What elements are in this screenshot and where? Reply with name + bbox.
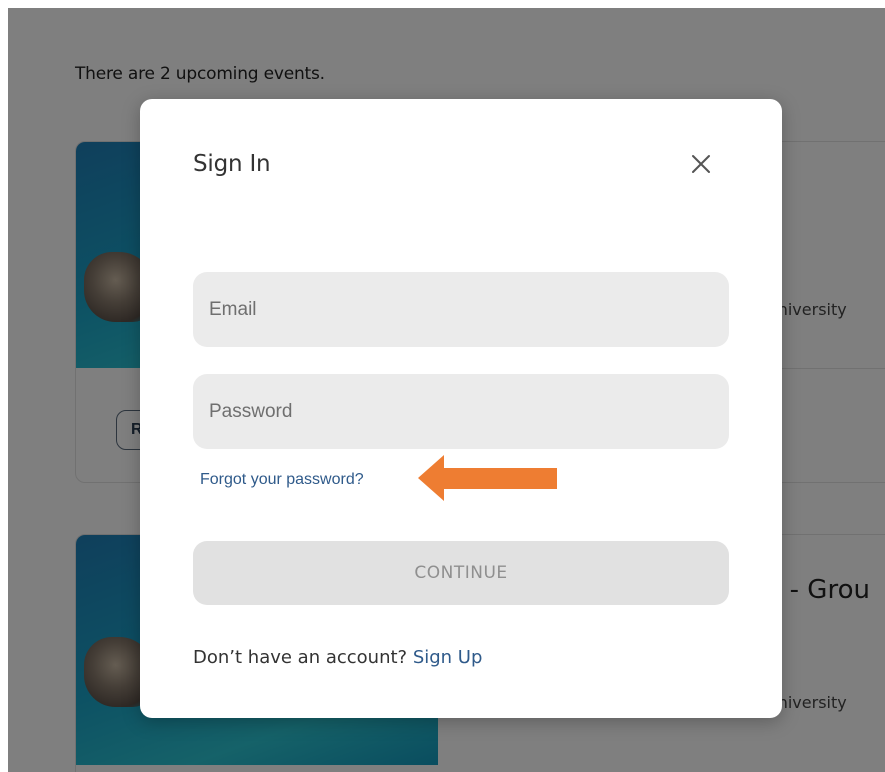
arrow-left-icon: [418, 455, 557, 501]
password-input[interactable]: [193, 374, 729, 449]
signup-prompt-text: Don’t have an account?: [193, 647, 408, 668]
sign-up-link[interactable]: Sign Up: [413, 647, 483, 668]
modal-title: Sign In: [193, 151, 271, 177]
continue-button[interactable]: CONTINUE: [193, 541, 729, 605]
close-icon: [692, 155, 710, 173]
email-input[interactable]: [193, 272, 729, 347]
sign-in-modal: Sign In Forgot your password? CONTINUE D…: [140, 99, 782, 718]
signup-prompt-line: Don’t have an account? Sign Up: [193, 647, 482, 668]
forgot-password-link[interactable]: Forgot your password?: [200, 471, 364, 489]
close-button[interactable]: [688, 151, 714, 177]
